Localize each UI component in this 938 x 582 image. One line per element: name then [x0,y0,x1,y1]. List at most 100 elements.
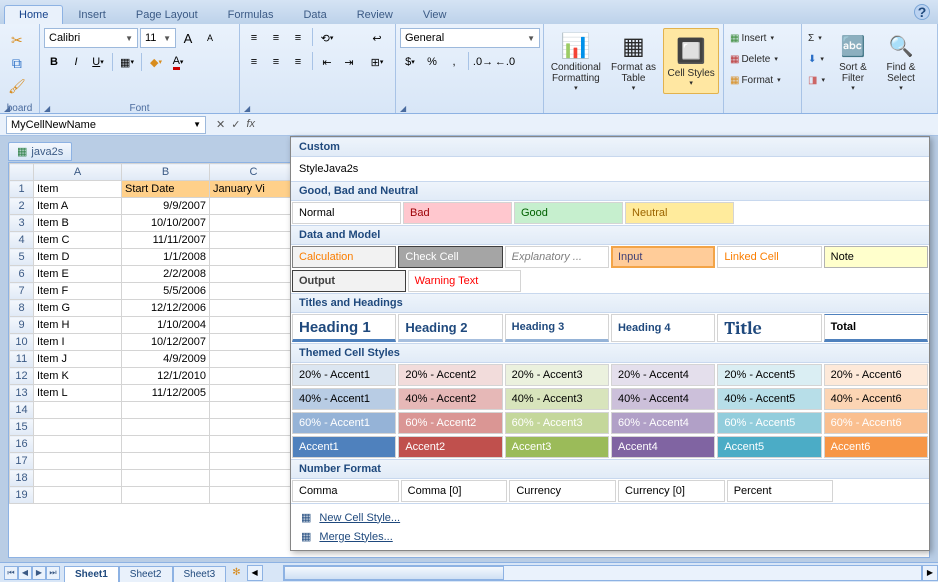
style-p60-accent4[interactable]: 60% - Accent4 [611,412,715,434]
insert-cells-button[interactable]: ▦Insert▾ [728,28,783,48]
cell[interactable]: Item [34,181,122,198]
cell[interactable]: Item L [34,385,122,402]
row-header[interactable]: 6 [10,266,34,283]
cell[interactable]: 12/1/2010 [122,368,210,385]
style-p40-accent1[interactable]: 40% - Accent1 [292,388,396,410]
cell[interactable]: Item H [34,317,122,334]
next-sheet-button[interactable]: ▶ [32,566,46,580]
shrink-font-button[interactable]: A [200,28,220,48]
cell[interactable] [34,487,122,504]
style-note[interactable]: Note [824,246,928,268]
number-format-combo[interactable]: General▼ [400,28,540,48]
find-select-button[interactable]: 🔍 Find & Select▾ [879,28,923,94]
cut-icon[interactable]: ✂ [11,32,23,49]
style-p60-accent1[interactable]: 60% - Accent1 [292,412,396,434]
style-accent2[interactable]: Accent2 [398,436,502,458]
tab-home[interactable]: Home [4,5,63,24]
row-header[interactable]: 9 [10,317,34,334]
tab-formulas[interactable]: Formulas [213,5,289,24]
last-sheet-button[interactable]: ⏭ [46,566,60,580]
prev-sheet-button[interactable]: ◀ [18,566,32,580]
row-header[interactable]: 12 [10,368,34,385]
cancel-formula-icon[interactable]: ✕ [216,118,225,131]
workbook-tab[interactable]: ▦ java2s [8,142,72,161]
row-header[interactable]: 3 [10,215,34,232]
fill-color-button[interactable]: ◆▾ [146,52,166,72]
cell[interactable] [210,198,298,215]
cell[interactable] [34,402,122,419]
cell[interactable] [210,215,298,232]
cell-styles-button[interactable]: 🔲 Cell Styles▾ [663,28,719,94]
cell[interactable] [122,402,210,419]
cell[interactable] [210,317,298,334]
sort-filter-button[interactable]: 🔤 Sort & Filter▾ [831,28,875,94]
font-size-combo[interactable]: 11▼ [140,28,176,48]
cell[interactable]: 2/2/2008 [122,266,210,283]
style-p60-accent6[interactable]: 60% - Accent6 [824,412,928,434]
style-accent3[interactable]: Accent3 [505,436,609,458]
style-p60-accent5[interactable]: 60% - Accent5 [717,412,821,434]
tab-page-layout[interactable]: Page Layout [121,5,213,24]
style-p40-accent4[interactable]: 40% - Accent4 [611,388,715,410]
style-title[interactable]: Title [717,314,821,342]
wrap-text-button[interactable]: ↩ [363,28,391,48]
custom-style-item[interactable]: StyleJava2s [291,157,929,181]
style-linked-cell[interactable]: Linked Cell [717,246,821,268]
row-header[interactable]: 4 [10,232,34,249]
align-left-button[interactable]: ≡ [244,52,264,72]
style-p20-accent1[interactable]: 20% - Accent1 [292,364,396,386]
style-check-cell[interactable]: Check Cell [398,246,502,268]
cell[interactable]: Start Date [122,181,210,198]
cell[interactable]: Item D [34,249,122,266]
style-p40-accent5[interactable]: 40% - Accent5 [717,388,821,410]
style-p40-accent3[interactable]: 40% - Accent3 [505,388,609,410]
style-p60-accent2[interactable]: 60% - Accent2 [398,412,502,434]
font-dialog-launcher[interactable]: ◢ [44,104,233,113]
delete-cells-button[interactable]: ▦Delete▾ [728,49,783,69]
cell[interactable] [122,470,210,487]
style-accent5[interactable]: Accent5 [717,436,821,458]
first-sheet-button[interactable]: ⏮ [4,566,18,580]
cell[interactable]: January Vi [210,181,298,198]
fill-button[interactable]: ⬇▾ [806,49,827,69]
new-cell-style-item[interactable]: ▦ New Cell Style... [291,508,929,527]
cell[interactable] [122,487,210,504]
hscroll-left[interactable]: ◀ [247,565,263,581]
cell[interactable] [210,283,298,300]
cell[interactable]: Item G [34,300,122,317]
tab-review[interactable]: Review [342,5,408,24]
style-comma-0-[interactable]: Comma [0] [401,480,508,502]
style-heading-4[interactable]: Heading 4 [611,314,715,342]
merge-center-button[interactable]: ⊞▾ [363,52,391,72]
hscroll-thumb[interactable] [284,566,504,580]
orientation-button[interactable]: ⟲▾ [317,28,337,48]
new-sheet-icon[interactable]: ✻ [232,567,240,578]
alignment-dialog-launcher[interactable]: ◢ [244,104,389,113]
col-header-B[interactable]: B [122,164,210,181]
cell[interactable] [122,436,210,453]
cell[interactable] [210,385,298,402]
cell[interactable]: 11/11/2007 [122,232,210,249]
cell[interactable]: Item C [34,232,122,249]
tab-view[interactable]: View [408,5,462,24]
align-top-button[interactable]: ≡ [244,28,264,48]
cell[interactable]: 4/9/2009 [122,351,210,368]
row-header[interactable]: 10 [10,334,34,351]
borders-button[interactable]: ▦▾ [117,52,137,72]
bold-button[interactable]: B [44,52,64,72]
cell[interactable]: Item B [34,215,122,232]
style-p20-accent3[interactable]: 20% - Accent3 [505,364,609,386]
format-as-table-button[interactable]: ▦ Format as Table▾ [606,28,662,94]
style-p40-accent2[interactable]: 40% - Accent2 [398,388,502,410]
style-accent6[interactable]: Accent6 [824,436,928,458]
style-p40-accent6[interactable]: 40% - Accent6 [824,388,928,410]
row-header[interactable]: 2 [10,198,34,215]
format-cells-button[interactable]: ▦Format▾ [728,70,783,90]
row-header[interactable]: 11 [10,351,34,368]
sheet-tab-1[interactable]: Sheet1 [64,566,119,582]
cell[interactable]: Item J [34,351,122,368]
cell[interactable] [210,436,298,453]
sheet-tab-2[interactable]: Sheet2 [119,566,173,582]
style-p20-accent5[interactable]: 20% - Accent5 [717,364,821,386]
col-header-C[interactable]: C [210,164,298,181]
